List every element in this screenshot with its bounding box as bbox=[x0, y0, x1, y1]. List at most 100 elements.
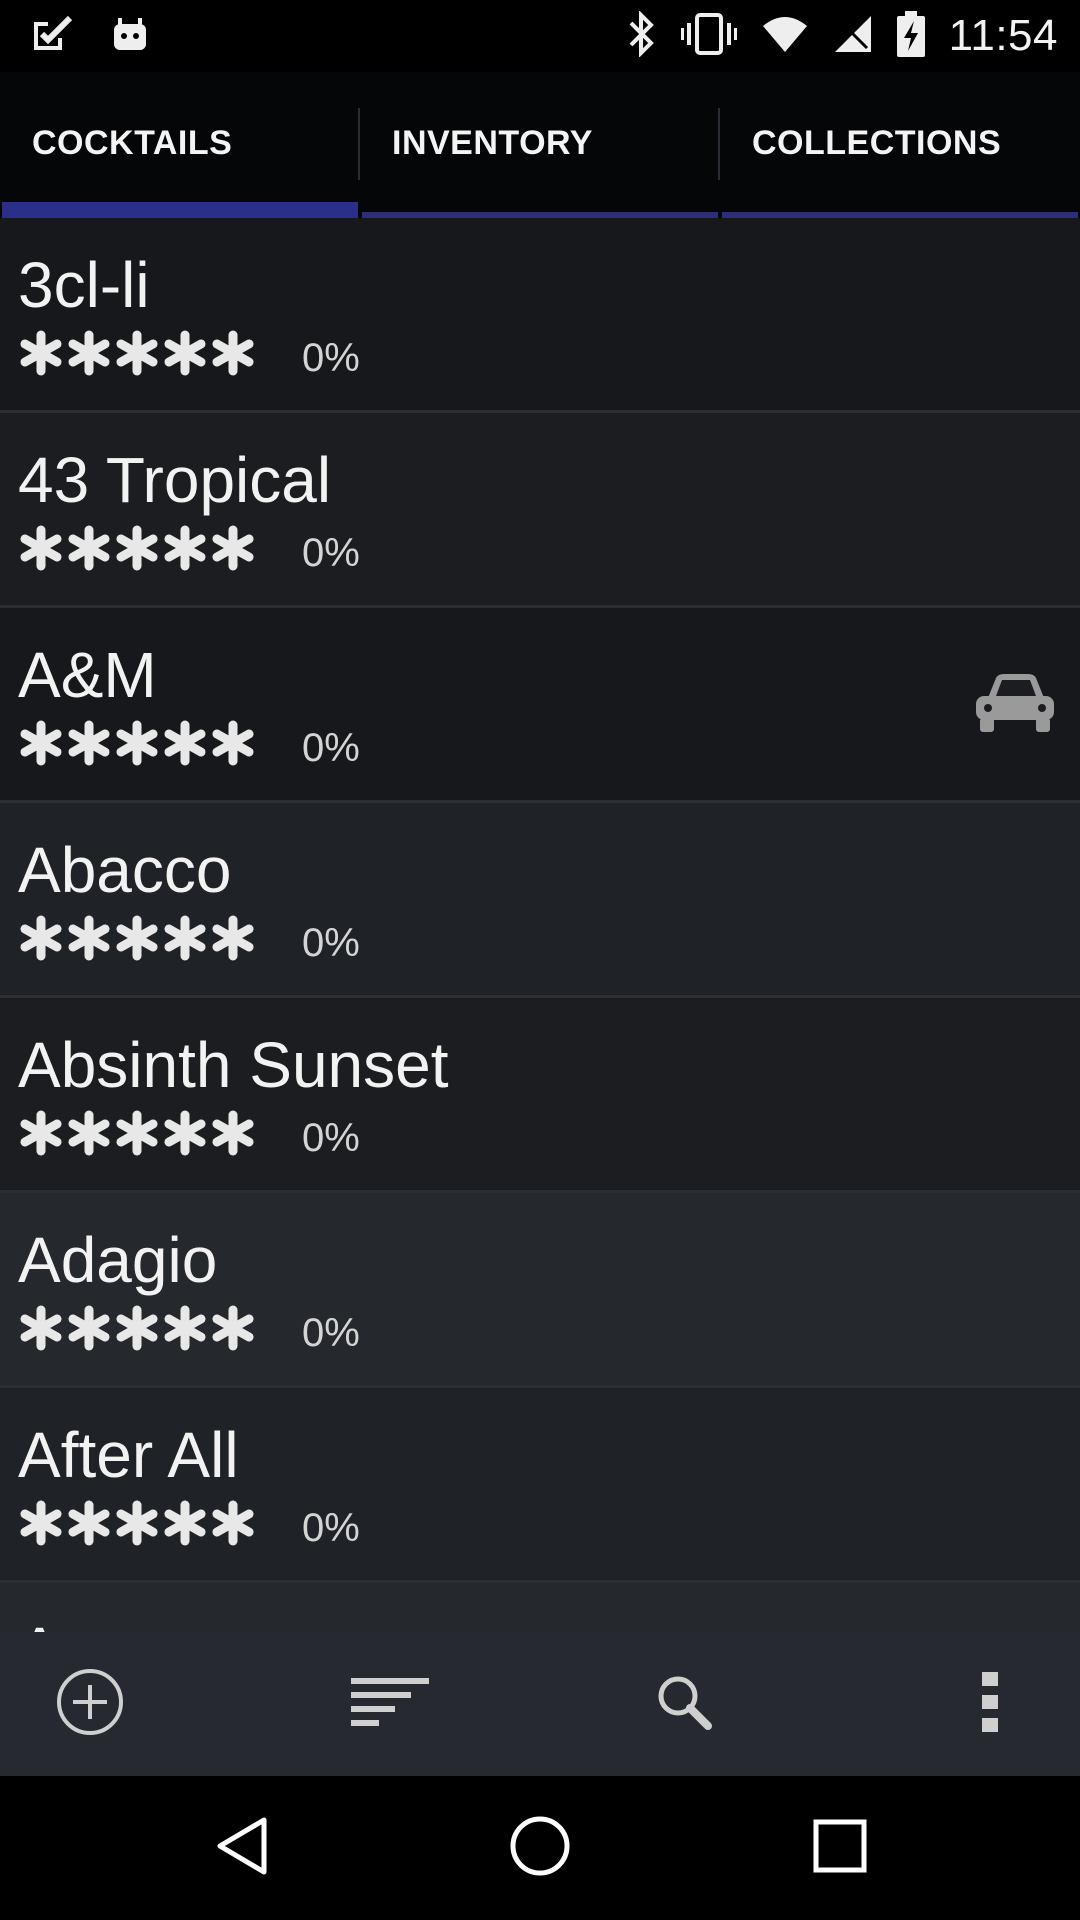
star-icon bbox=[18, 1110, 64, 1161]
search-icon bbox=[654, 1672, 714, 1737]
android-icon bbox=[110, 14, 150, 59]
star-icon bbox=[66, 330, 112, 381]
star-icon bbox=[210, 915, 256, 966]
signal-icon bbox=[833, 14, 873, 59]
star-icon bbox=[162, 1305, 208, 1356]
tab-cocktails[interactable]: COCKTAILS bbox=[0, 72, 360, 218]
cocktail-row[interactable]: 3cl-li 0% bbox=[0, 218, 1080, 413]
star-icon bbox=[162, 330, 208, 381]
recents-icon bbox=[812, 1818, 868, 1879]
navigation-bar bbox=[0, 1776, 1080, 1920]
wifi-icon bbox=[761, 14, 809, 59]
star-icon bbox=[114, 525, 160, 576]
search-button[interactable] bbox=[624, 1632, 744, 1776]
rating-stars bbox=[18, 915, 256, 966]
home-button[interactable] bbox=[470, 1776, 610, 1920]
cocktail-name: After All bbox=[18, 1419, 239, 1491]
tab-collections[interactable]: COLLECTIONS bbox=[720, 72, 1080, 218]
star-icon bbox=[162, 1500, 208, 1551]
tab-label: INVENTORY bbox=[392, 124, 593, 162]
back-icon bbox=[212, 1814, 272, 1883]
cocktail-list[interactable]: 3cl-li 0% 43 Tropical 0% A&M 0% Abacco 0% Absint… bbox=[0, 218, 1080, 1632]
star-icon bbox=[210, 330, 256, 381]
star-icon bbox=[210, 1110, 256, 1161]
rating-stars bbox=[18, 525, 256, 576]
star-icon bbox=[114, 1110, 160, 1161]
rating-stars bbox=[18, 1110, 256, 1161]
star-icon bbox=[66, 1305, 112, 1356]
availability-percent: 0% bbox=[302, 1311, 360, 1355]
vibrate-icon bbox=[680, 11, 737, 62]
cocktail-row[interactable]: After All 0% bbox=[0, 1388, 1080, 1583]
car-icon bbox=[972, 668, 1058, 743]
recents-button[interactable] bbox=[770, 1776, 910, 1920]
tab-label: COLLECTIONS bbox=[752, 124, 1002, 162]
action-bar bbox=[0, 1632, 1080, 1776]
sort-button[interactable] bbox=[330, 1632, 450, 1776]
tab-bar: COCKTAILS INVENTORY COLLECTIONS bbox=[0, 72, 1080, 218]
star-icon bbox=[114, 330, 160, 381]
cocktail-name: 3cl-li bbox=[18, 249, 150, 321]
rating-stars bbox=[18, 1500, 256, 1551]
add-button[interactable] bbox=[30, 1632, 150, 1776]
star-icon bbox=[210, 720, 256, 771]
tab-indicator bbox=[2, 202, 358, 218]
availability-percent: 0% bbox=[302, 921, 360, 965]
back-button[interactable] bbox=[172, 1776, 312, 1920]
cocktail-row[interactable]: Abacco 0% bbox=[0, 803, 1080, 998]
star-icon bbox=[18, 720, 64, 771]
availability-percent: 0% bbox=[302, 336, 360, 380]
tab-label: COCKTAILS bbox=[32, 124, 233, 162]
star-icon bbox=[162, 720, 208, 771]
star-icon bbox=[18, 1500, 64, 1551]
rating-stars bbox=[18, 1305, 256, 1356]
home-icon bbox=[508, 1814, 572, 1883]
star-icon bbox=[66, 525, 112, 576]
cocktail-name: Adagio bbox=[18, 1224, 218, 1296]
availability-percent: 0% bbox=[302, 726, 360, 770]
add-icon bbox=[55, 1667, 125, 1742]
check-icon bbox=[30, 14, 74, 59]
star-icon bbox=[114, 720, 160, 771]
star-icon bbox=[18, 525, 64, 576]
cocktail-name: 43 Tropical bbox=[18, 444, 332, 516]
status-time: 11:54 bbox=[948, 11, 1058, 60]
star-icon bbox=[210, 1305, 256, 1356]
star-icon bbox=[66, 720, 112, 771]
star-icon bbox=[66, 1500, 112, 1551]
cocktail-name: Absinth Sunset bbox=[18, 1029, 449, 1101]
overflow-menu-icon bbox=[980, 1670, 1000, 1739]
rating-stars bbox=[18, 720, 256, 771]
availability-percent: 0% bbox=[302, 1116, 360, 1160]
availability-percent: 0% bbox=[302, 531, 360, 575]
star-icon bbox=[210, 525, 256, 576]
cocktail-row[interactable]: Adagio 0% bbox=[0, 1193, 1080, 1388]
cocktail-name: A&M bbox=[18, 639, 157, 711]
star-icon bbox=[18, 330, 64, 381]
bluetooth-icon bbox=[627, 9, 657, 62]
star-icon bbox=[114, 915, 160, 966]
star-icon bbox=[66, 1110, 112, 1161]
cocktail-row[interactable]: Absinth Sunset 0% bbox=[0, 998, 1080, 1193]
star-icon bbox=[162, 525, 208, 576]
sort-icon bbox=[349, 1674, 431, 1735]
rating-stars bbox=[18, 330, 256, 381]
star-icon bbox=[114, 1500, 160, 1551]
status-bar: 11:54 bbox=[0, 0, 1080, 72]
star-icon bbox=[162, 1110, 208, 1161]
cocktail-name: Abacco bbox=[18, 834, 232, 906]
cocktail-row[interactable]: A bbox=[0, 1583, 1080, 1632]
availability-percent: 0% bbox=[302, 1506, 360, 1550]
cocktail-name: A bbox=[18, 1613, 61, 1632]
tab-inventory[interactable]: INVENTORY bbox=[360, 72, 720, 218]
star-icon bbox=[210, 1500, 256, 1551]
star-icon bbox=[18, 1305, 64, 1356]
overflow-menu-button[interactable] bbox=[930, 1632, 1050, 1776]
cocktail-row[interactable]: 43 Tropical 0% bbox=[0, 413, 1080, 608]
star-icon bbox=[66, 915, 112, 966]
battery-charging-icon bbox=[896, 10, 925, 62]
star-icon bbox=[18, 915, 64, 966]
star-icon bbox=[162, 915, 208, 966]
cocktail-row[interactable]: A&M 0% bbox=[0, 608, 1080, 803]
star-icon bbox=[114, 1305, 160, 1356]
